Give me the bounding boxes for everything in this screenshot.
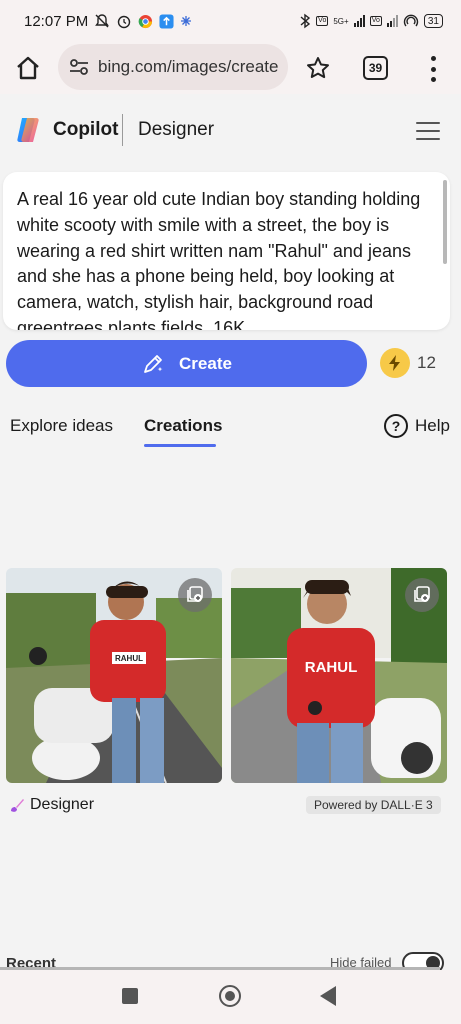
prompt-input[interactable]: A real 16 year old cute Indian boy stand… [3, 172, 450, 330]
recents-icon[interactable] [122, 988, 138, 1004]
signal-icon-2 [386, 15, 398, 27]
product-name[interactable]: Designer [138, 119, 214, 141]
address-bar[interactable]: bing.com/images/create [58, 44, 288, 90]
home-nav-icon[interactable] [219, 985, 241, 1007]
help-label: Help [415, 416, 450, 435]
generated-image-1[interactable]: RAHUL [6, 568, 222, 783]
create-button[interactable]: Create [6, 340, 367, 387]
header-divider [122, 114, 123, 146]
upload-app-icon [159, 13, 174, 29]
browser-menu-icon[interactable] [424, 56, 442, 82]
site-header: Copilot Designer [0, 101, 461, 159]
back-icon[interactable] [320, 986, 336, 1006]
save-to-collection-icon[interactable] [178, 578, 212, 612]
hamburger-menu-icon[interactable] [416, 122, 440, 140]
generated-image-2[interactable]: RAHUL [231, 568, 447, 783]
tab-creations[interactable]: Creations [144, 416, 222, 436]
boost-bolt-icon[interactable] [380, 348, 410, 378]
network-label: 5G+ [333, 16, 349, 26]
alarm-icon [118, 15, 131, 29]
magic-pen-icon [144, 354, 163, 373]
status-notification-icons [94, 13, 192, 29]
battery-level: 31 [427, 15, 439, 27]
prompt-scrollbar[interactable] [443, 180, 447, 264]
volte-icon: Vo [316, 16, 329, 26]
mute-bell-icon [95, 14, 110, 28]
volte-icon-2: Vo [369, 16, 382, 26]
url-text: bing.com/images/create [98, 57, 279, 76]
prompt-text[interactable]: A real 16 year old cute Indian boy stand… [17, 187, 436, 330]
tab-switcher-button[interactable]: 39 [363, 56, 388, 80]
site-settings-icon[interactable] [68, 56, 90, 78]
powered-by-badge: Powered by DALL·E 3 [306, 796, 441, 814]
tab-explore-ideas[interactable]: Explore ideas [10, 416, 113, 436]
save-to-collection-icon-2[interactable] [405, 578, 439, 612]
brand-name[interactable]: Copilot [53, 119, 118, 141]
boost-count: 12 [417, 353, 436, 372]
shirt-text-1: RAHUL [115, 654, 143, 663]
status-bar: 12:07 PM Vo 5G+ Vo 31 [0, 0, 461, 42]
bookmark-star-icon[interactable] [304, 54, 332, 82]
chrome-icon [138, 14, 153, 28]
status-time: 12:07 PM [24, 12, 89, 30]
home-icon[interactable] [14, 54, 42, 82]
app-notification-icon [181, 16, 192, 26]
help-button[interactable]: ? Help [384, 414, 450, 438]
shirt-text-2: RAHUL [305, 659, 358, 676]
designer-link[interactable]: Designer [8, 796, 94, 814]
signal-icon [353, 15, 365, 27]
help-icon: ? [384, 414, 408, 438]
status-system-icons: Vo 5G+ Vo 31 [299, 13, 443, 29]
browser-toolbar: bing.com/images/create 39 [0, 42, 461, 94]
create-label: Create [179, 353, 232, 373]
designer-brush-icon [11, 799, 24, 812]
copilot-logo-icon[interactable] [13, 115, 43, 145]
bluetooth-icon [300, 13, 311, 29]
designer-label: Designer [30, 796, 95, 813]
system-nav-bar [0, 970, 461, 1024]
tab-count: 39 [368, 61, 383, 75]
active-tab-indicator [144, 444, 216, 447]
battery-icon: 31 [423, 14, 443, 28]
hotspot-icon [403, 14, 419, 27]
